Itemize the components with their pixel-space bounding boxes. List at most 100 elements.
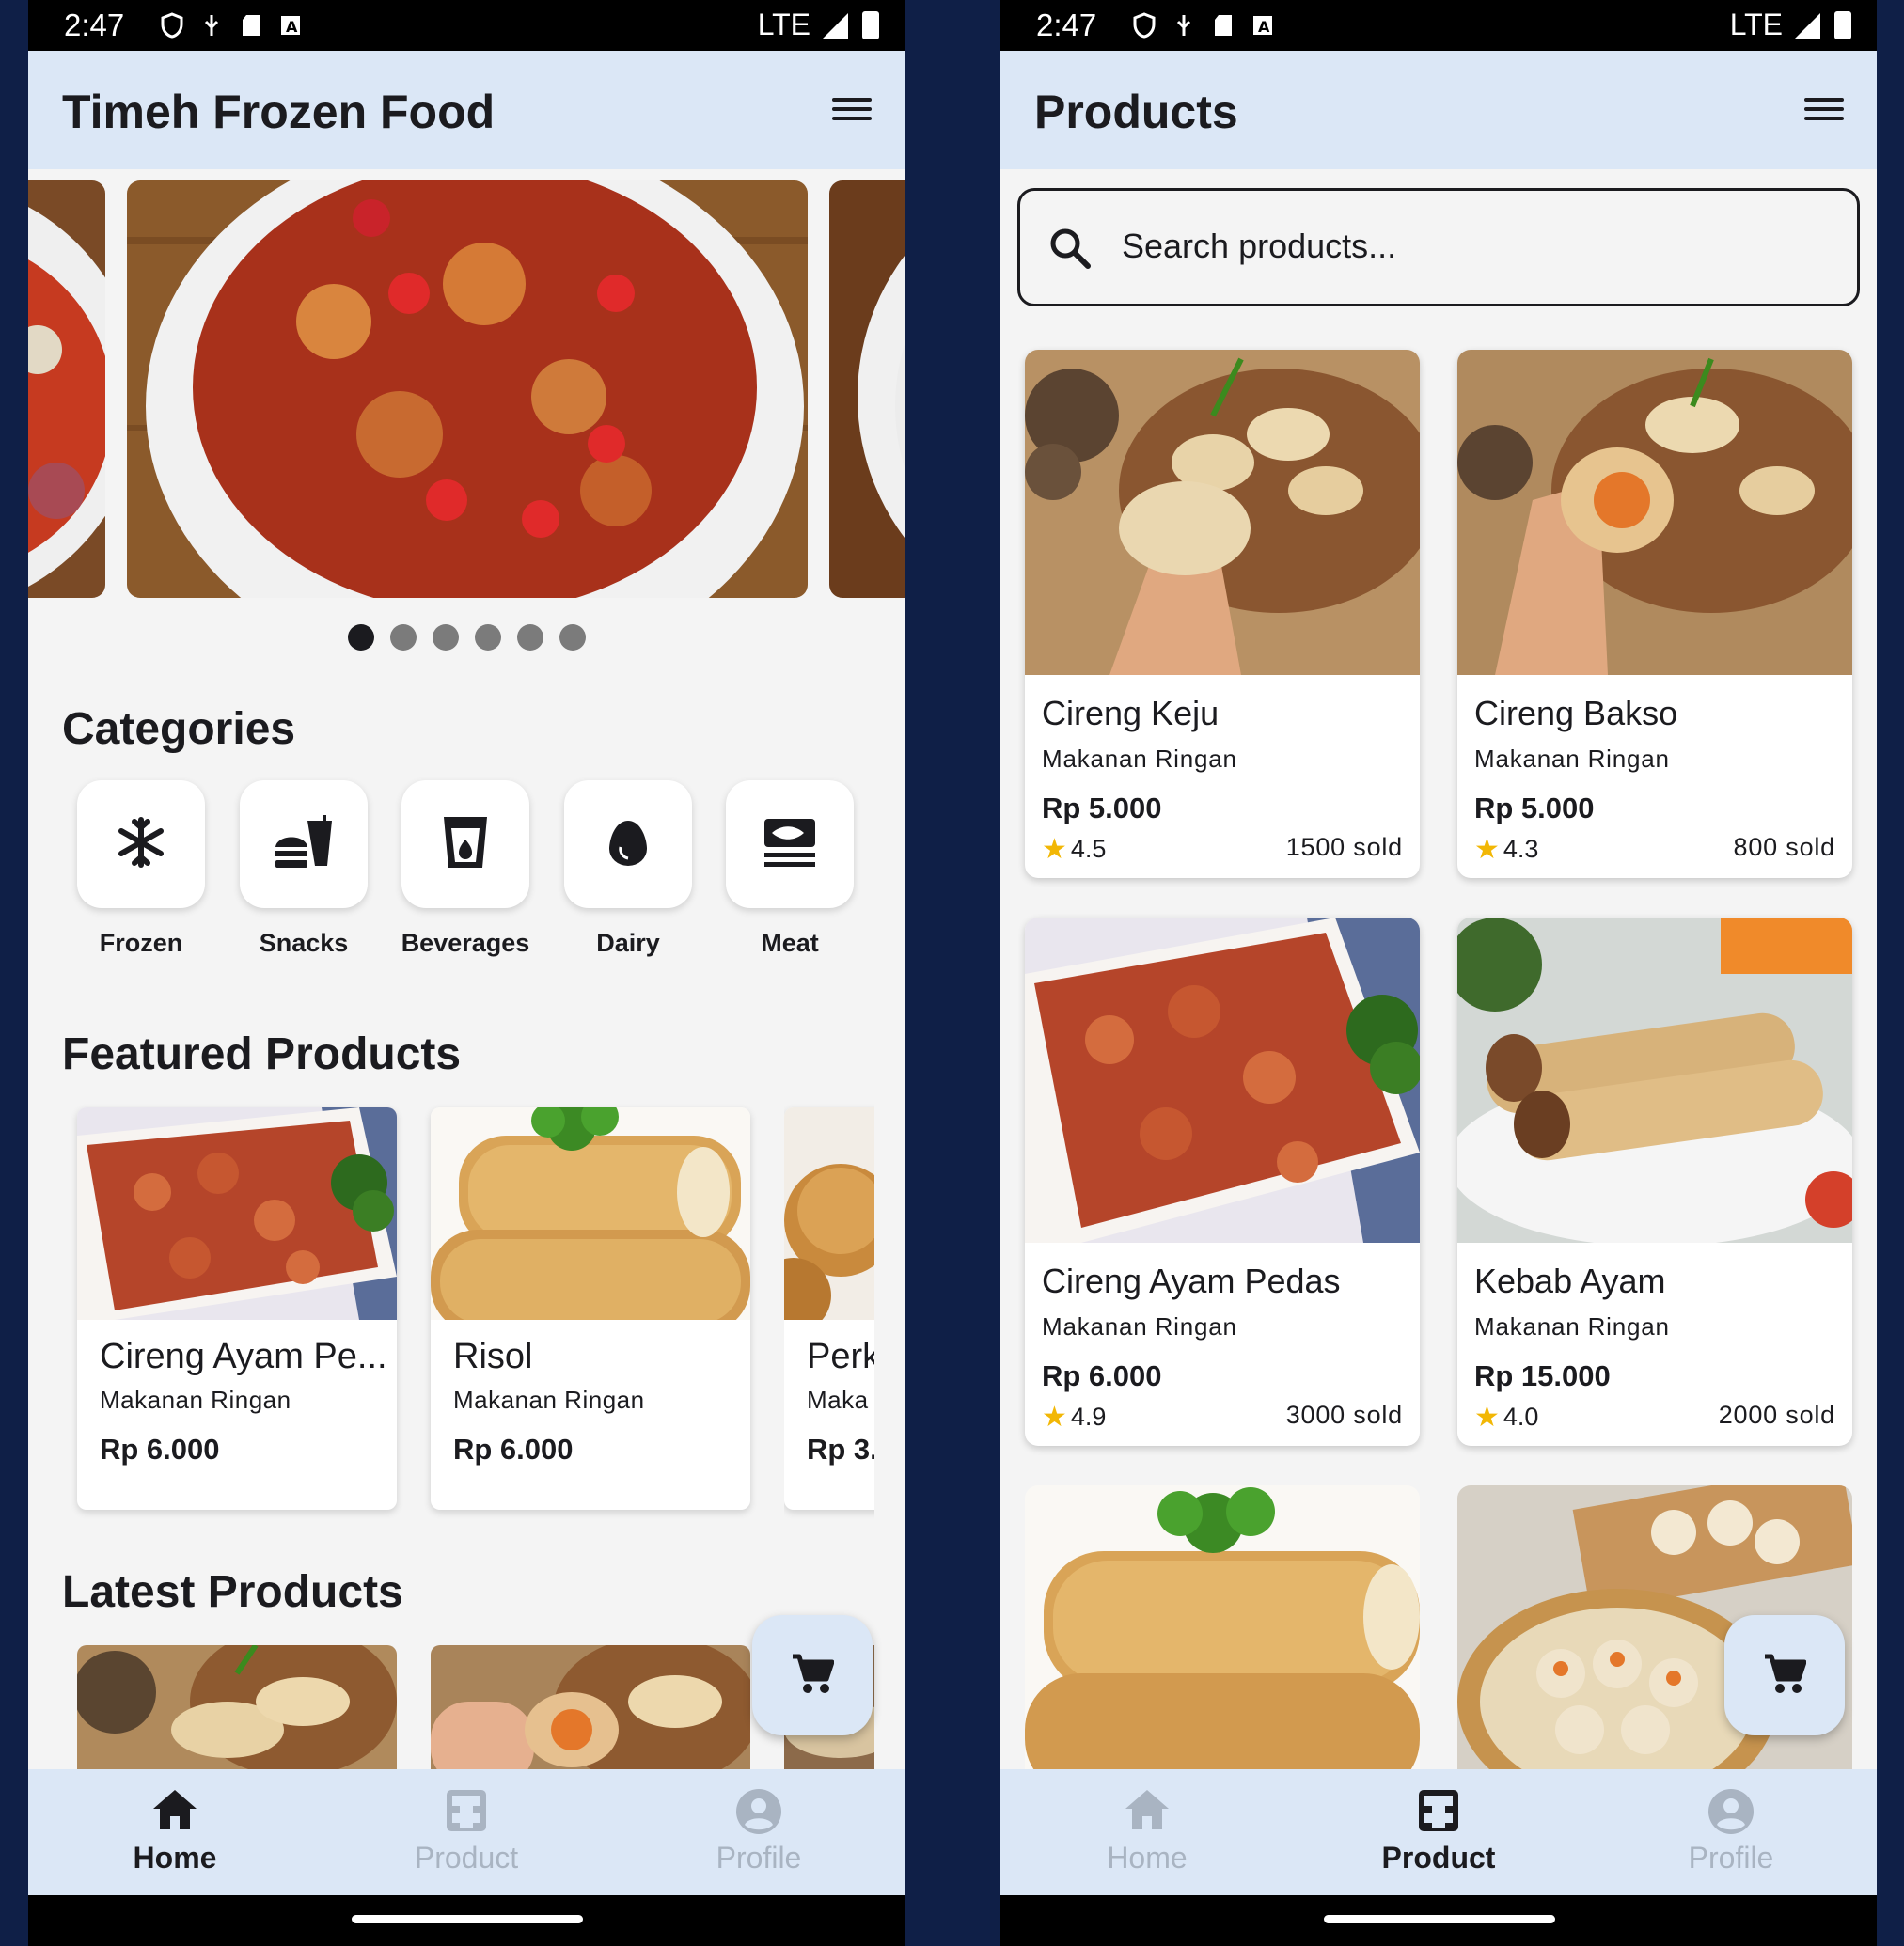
carousel-dot[interactable] [433, 624, 459, 651]
product-price: Rp 5.000 [1474, 792, 1595, 824]
category-label: Meat [761, 929, 819, 957]
cart-button[interactable] [752, 1615, 873, 1735]
status-bar: 2:47 A LTE [28, 0, 905, 51]
category-dairy[interactable]: Dairy [564, 780, 692, 958]
product-image [784, 1107, 874, 1320]
carousel-dot[interactable] [348, 624, 374, 651]
app-bar: Timeh Frozen Food [28, 51, 905, 169]
product-name: Cireng Ayam Pedas [1042, 1262, 1341, 1300]
home-indicator[interactable] [1324, 1915, 1555, 1923]
sd-card-icon [1211, 11, 1235, 38]
product-image [431, 1107, 750, 1320]
nav-label: Home [133, 1841, 217, 1875]
product-card[interactable]: Cireng Bakso Makanan Ringan Rp 5.000 ★ 4.… [1457, 350, 1852, 878]
menu-icon[interactable] [1802, 92, 1847, 130]
product-price: Rp 6.000 [100, 1433, 220, 1466]
category-meat[interactable]: Meat [726, 780, 854, 958]
star-icon: ★ [1474, 834, 1500, 865]
sd-card-icon [239, 11, 263, 38]
product-rating: ★ 4.5 [1042, 833, 1106, 866]
featured-products-title: Featured Products [62, 1029, 462, 1079]
account-circle-icon [1707, 1788, 1755, 1837]
status-time: 2:47 [1036, 8, 1097, 42]
svg-text:A: A [1258, 18, 1270, 36]
category-snacks[interactable]: Snacks [240, 780, 368, 958]
category-label: Frozen [99, 929, 183, 957]
nav-home[interactable]: Home [1053, 1788, 1241, 1875]
fastfood-icon [274, 813, 334, 876]
category-beverages[interactable]: Beverages [401, 780, 529, 958]
bottom-navigation: Home Product Profile [1000, 1769, 1877, 1895]
rating-value: 4.9 [1070, 1403, 1107, 1431]
product-image [1457, 350, 1852, 675]
battery-icon [1834, 11, 1851, 39]
product-sold-count: 800 sold [1733, 833, 1835, 861]
nav-label: Product [414, 1841, 519, 1875]
latest-product-card[interactable] [431, 1645, 750, 1769]
menu-icon[interactable] [829, 92, 874, 130]
product-card[interactable]: Cireng Keju Makanan Ringan Rp 5.000 ★ 4.5… [1025, 350, 1420, 878]
featured-product-card[interactable]: Risol Makanan Ringan Rp 6.000 [431, 1107, 750, 1510]
product-tray-icon [445, 1788, 488, 1837]
set-meal-icon [763, 817, 817, 872]
egg-icon [607, 819, 649, 871]
search-input[interactable]: Search products... [1017, 188, 1860, 306]
product-rating: ★ 4.9 [1042, 1401, 1106, 1434]
featured-product-card[interactable]: Perk Maka Rp 3. [784, 1107, 874, 1510]
category-label: Snacks [259, 929, 349, 957]
nav-label: Product [1381, 1841, 1496, 1875]
nav-profile[interactable]: Profile [1637, 1788, 1825, 1875]
search-icon [1048, 227, 1092, 275]
product-name: Cireng Bakso [1474, 694, 1678, 732]
star-icon: ★ [1474, 1402, 1500, 1433]
status-notification-icons: A [160, 11, 303, 39]
cart-button[interactable] [1724, 1615, 1845, 1735]
carousel-image-next[interactable] [829, 180, 905, 598]
product-category: Makanan Ringan [100, 1386, 291, 1414]
product-card[interactable] [1025, 1485, 1420, 1769]
usb-icon [199, 11, 224, 38]
svg-text:A: A [286, 18, 298, 36]
nav-product[interactable]: Product [1345, 1788, 1533, 1875]
signal-icon [1794, 13, 1820, 39]
product-image [1025, 918, 1420, 1243]
carousel-image-previous[interactable] [28, 180, 105, 598]
carousel-indicator [348, 624, 586, 651]
product-tray-icon [1417, 1788, 1460, 1837]
product-price: Rp 3. [807, 1433, 874, 1466]
product-card[interactable]: Cireng Ayam Pedas Makanan Ringan Rp 6.00… [1025, 918, 1420, 1446]
carousel-dot[interactable] [559, 624, 586, 651]
nav-home[interactable]: Home [81, 1788, 269, 1875]
bottom-navigation: Home Product Profile [28, 1769, 905, 1895]
category-label: Dairy [596, 929, 660, 957]
carousel-dot[interactable] [475, 624, 501, 651]
home-indicator[interactable] [352, 1915, 583, 1923]
carousel-dot[interactable] [517, 624, 543, 651]
nav-product[interactable]: Product [372, 1788, 560, 1875]
product-category: Makanan Ringan [1474, 745, 1670, 773]
product-image [1025, 350, 1420, 675]
product-category: Makanan Ringan [453, 1386, 645, 1414]
status-time: 2:47 [64, 8, 125, 42]
cart-icon [791, 1653, 835, 1699]
category-label: Beverages [401, 929, 530, 957]
rating-value: 4.0 [1503, 1403, 1539, 1431]
latest-product-card[interactable] [77, 1645, 397, 1769]
product-category: Makanan Ringan [1474, 1312, 1670, 1341]
product-price: Rp 6.000 [1042, 1359, 1162, 1392]
signal-icon [822, 13, 848, 39]
carousel-dot[interactable] [390, 624, 417, 651]
product-card[interactable]: Kebab Ayam Makanan Ringan Rp 15.000 ★ 4.0… [1457, 918, 1852, 1446]
network-type: LTE [1729, 8, 1783, 41]
carousel-image[interactable] [127, 180, 808, 598]
nav-profile[interactable]: Profile [665, 1788, 853, 1875]
featured-product-card[interactable]: Cireng Ayam Pe... Makanan Ringan Rp 6.00… [77, 1107, 397, 1510]
product-name: Cireng Keju [1042, 694, 1220, 732]
product-category: Maka [807, 1386, 869, 1414]
product-rating: ★ 4.0 [1474, 1401, 1538, 1434]
category-frozen[interactable]: Frozen [77, 780, 205, 958]
categories-title: Categories [62, 704, 296, 754]
account-circle-icon [735, 1788, 782, 1837]
star-icon: ★ [1042, 834, 1067, 865]
product-category: Makanan Ringan [1042, 745, 1237, 773]
